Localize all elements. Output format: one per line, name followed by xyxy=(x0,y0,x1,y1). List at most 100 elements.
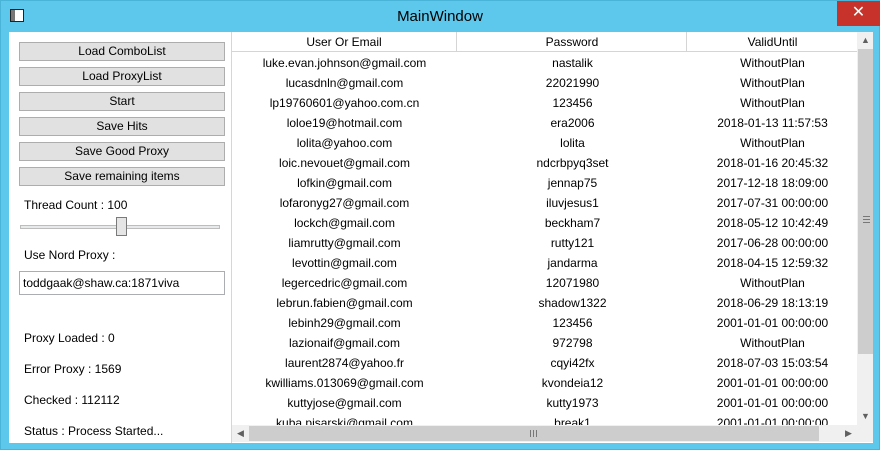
grid-rows: luke.evan.johnson@gmail.com nastalik Witho… xyxy=(232,53,857,425)
save-hits-button[interactable]: Save Hits xyxy=(19,117,225,136)
horizontal-scroll-thumb[interactable] xyxy=(249,426,819,441)
title-bar[interactable]: MainWindow ✕ xyxy=(1,1,880,32)
table-row[interactable]: lucasdnln@gmail.com 22021990 WithoutPlan xyxy=(232,73,857,93)
table-row[interactable]: lockch@gmail.com beckham7 2018-05-12 10:42… xyxy=(232,213,857,233)
thread-count-slider-thumb[interactable] xyxy=(116,217,127,236)
valid-until-cell: 2018-01-13 11:57:53 xyxy=(717,116,828,130)
email-cell: levottin@gmail.com xyxy=(292,256,397,270)
vertical-scroll-thumb[interactable] xyxy=(858,49,873,354)
table-row[interactable]: liamrutty@gmail.com rutty121 2017-06-28 00… xyxy=(232,233,857,253)
password-cell: beckham7 xyxy=(544,216,601,230)
password-cell: era2006 xyxy=(550,116,595,130)
column-header-user-or-email[interactable]: User Or Email xyxy=(232,32,457,52)
start-button[interactable]: Start xyxy=(19,92,225,111)
valid-until-cell: WithoutPlan xyxy=(740,76,805,90)
email-cell: kuba.pisarski@gmail.com xyxy=(276,416,413,425)
proxy-loaded-label: Proxy Loaded : 0 xyxy=(24,331,115,345)
password-cell: nastalik xyxy=(552,56,593,70)
password-cell: kutty1973 xyxy=(546,396,599,410)
valid-until-cell: 2018-05-12 10:42:49 xyxy=(716,216,829,230)
email-cell: loloe19@hotmail.com xyxy=(286,116,403,130)
nord-proxy-input[interactable]: toddgaak@shaw.ca:1871viva xyxy=(19,271,225,295)
email-cell: lofaronyg27@gmail.com xyxy=(279,196,410,210)
table-row[interactable]: lofaronyg27@gmail.com iluvjesus1 2017-07-3… xyxy=(232,193,857,213)
table-row[interactable]: lebinh29@gmail.com 123456 2001-01-01 00:00… xyxy=(232,313,857,333)
load-proxylist-button[interactable]: Load ProxyList xyxy=(19,67,225,86)
scroll-up-icon[interactable]: ▲ xyxy=(857,32,873,49)
table-row[interactable]: lazionaif@gmail.com 972798 WithoutPlan xyxy=(232,333,857,353)
email-cell: lolita@yahoo.com xyxy=(296,136,393,150)
load-combolist-button[interactable]: Load ComboList xyxy=(19,42,225,61)
scrollbar-corner xyxy=(857,425,873,442)
scroll-right-icon[interactable]: ▶ xyxy=(840,425,857,442)
table-row[interactable]: loic.nevouet@gmail.com ndcrbpyq3set 2018-0… xyxy=(232,153,857,173)
email-cell: lebrun.fabien@gmail.com xyxy=(276,296,413,310)
column-header-password[interactable]: Password xyxy=(458,32,687,52)
column-header-valid-until[interactable]: ValidUntil xyxy=(688,32,857,52)
table-row[interactable]: luke.evan.johnson@gmail.com nastalik Witho… xyxy=(232,53,857,73)
error-proxy-label: Error Proxy : 1569 xyxy=(24,362,122,376)
valid-until-cell: WithoutPlan xyxy=(740,276,805,290)
table-row[interactable]: kuttyjose@gmail.com kutty1973 2001-01-01 0… xyxy=(232,393,857,413)
grid-header: User Or Email Password ValidUntil xyxy=(232,32,857,52)
password-cell: 22021990 xyxy=(545,76,600,90)
window-title: MainWindow xyxy=(397,8,483,25)
valid-until-cell: 2001-01-01 00:00:00 xyxy=(716,396,829,410)
email-cell: liamrutty@gmail.com xyxy=(288,236,401,250)
password-cell: ndcrbpyq3set xyxy=(536,156,609,170)
table-row[interactable]: legercedric@gmail.com 12071980 WithoutPlan xyxy=(232,273,857,293)
password-cell: break1 xyxy=(554,416,591,425)
valid-until-cell: WithoutPlan xyxy=(740,56,805,70)
save-remaining-items-button[interactable]: Save remaining items xyxy=(19,167,225,186)
vertical-scrollbar[interactable]: ▲ ▼ xyxy=(857,32,873,425)
checked-label: Checked : 112112 xyxy=(24,393,120,407)
thread-count-label: Thread Count : 100 xyxy=(24,198,128,212)
table-row[interactable]: lolita@yahoo.com lolita WithoutPlan xyxy=(232,133,857,153)
password-cell: 123456 xyxy=(552,96,593,110)
save-good-proxy-button[interactable]: Save Good Proxy xyxy=(19,142,225,161)
email-cell: lofkin@gmail.com xyxy=(297,176,392,190)
password-cell: 123456 xyxy=(552,316,593,330)
valid-until-cell: 2017-07-31 00:00:00 xyxy=(716,196,829,210)
valid-until-cell: 2001-01-01 00:00:00 xyxy=(716,376,829,390)
table-row[interactable]: kuba.pisarski@gmail.com break1 2001-01-01 … xyxy=(232,413,857,425)
email-cell: kwilliams.013069@gmail.com xyxy=(265,376,424,390)
valid-until-cell: 2018-01-16 20:45:32 xyxy=(716,156,829,170)
results-grid[interactable]: User Or Email Password ValidUntil luke.e… xyxy=(231,32,873,443)
grip-icon xyxy=(530,430,537,437)
table-row[interactable]: lp19760601@yahoo.com.cn 123456 WithoutPlan xyxy=(232,93,857,113)
password-cell: lolita xyxy=(560,136,585,150)
email-cell: lockch@gmail.com xyxy=(294,216,395,230)
scroll-left-icon[interactable]: ◀ xyxy=(232,425,249,442)
password-cell: rutty121 xyxy=(550,236,595,250)
main-window: MainWindow ✕ Load ComboList Load ProxyLi… xyxy=(0,0,880,450)
email-cell: laurent2874@yahoo.fr xyxy=(285,356,404,370)
table-row[interactable]: lofkin@gmail.com jennap75 2017-12-18 18:09… xyxy=(232,173,857,193)
password-cell: jennap75 xyxy=(547,176,598,190)
password-cell: jandarma xyxy=(547,256,598,270)
table-row[interactable]: loloe19@hotmail.com era2006 2018-01-13 11:… xyxy=(232,113,857,133)
valid-until-cell: 2018-07-03 15:03:54 xyxy=(716,356,829,370)
valid-until-cell: 2018-04-15 12:59:32 xyxy=(716,256,829,270)
password-cell: 12071980 xyxy=(545,276,600,290)
email-cell: lebinh29@gmail.com xyxy=(288,316,401,330)
client-area: Load ComboList Load ProxyList Start Save… xyxy=(9,32,873,443)
email-cell: legercedric@gmail.com xyxy=(281,276,408,290)
table-row[interactable]: levottin@gmail.com jandarma 2018-04-15 12:… xyxy=(232,253,857,273)
close-button[interactable]: ✕ xyxy=(837,1,880,26)
valid-until-cell: 2017-06-28 00:00:00 xyxy=(716,236,829,250)
table-row[interactable]: lebrun.fabien@gmail.com shadow1322 2018-06… xyxy=(232,293,857,313)
valid-until-cell: WithoutPlan xyxy=(740,336,805,350)
table-row[interactable]: kwilliams.013069@gmail.com kvondeia12 2001… xyxy=(232,373,857,393)
valid-until-cell: 2001-01-01 00:00:00 xyxy=(716,416,829,425)
password-cell: iluvjesus1 xyxy=(546,196,599,210)
password-cell: shadow1322 xyxy=(538,296,607,310)
scroll-down-icon[interactable]: ▼ xyxy=(857,408,873,425)
email-cell: loic.nevouet@gmail.com xyxy=(279,156,410,170)
grip-icon xyxy=(863,216,870,223)
email-cell: kuttyjose@gmail.com xyxy=(287,396,402,410)
password-cell: 972798 xyxy=(552,336,593,350)
valid-until-cell: 2017-12-18 18:09:00 xyxy=(716,176,829,190)
horizontal-scrollbar[interactable]: ◀ ▶ xyxy=(232,425,857,442)
table-row[interactable]: laurent2874@yahoo.fr cqyi42fx 2018-07-03 1… xyxy=(232,353,857,373)
